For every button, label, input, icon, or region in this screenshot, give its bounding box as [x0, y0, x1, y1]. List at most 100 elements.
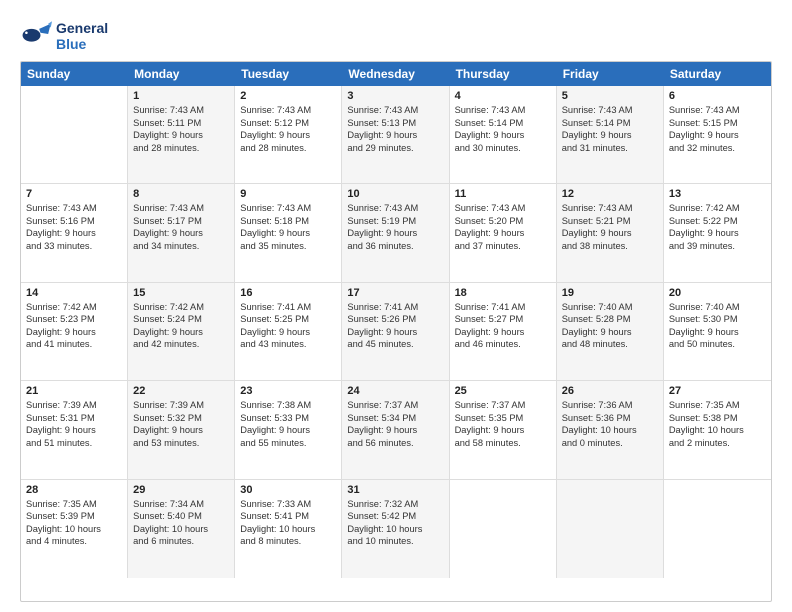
sunset-text: Sunset: 5:33 PM [240, 412, 336, 425]
daylight-text: Daylight: 9 hours [26, 424, 122, 437]
sunset-text: Sunset: 5:11 PM [133, 117, 229, 130]
calendar-cell: 18Sunrise: 7:41 AMSunset: 5:27 PMDayligh… [450, 283, 557, 380]
sunset-text: Sunset: 5:13 PM [347, 117, 443, 130]
daylight-text: Daylight: 9 hours [455, 129, 551, 142]
calendar-cell: 28Sunrise: 7:35 AMSunset: 5:39 PMDayligh… [21, 480, 128, 578]
daylight-text-cont: and 28 minutes. [240, 142, 336, 155]
calendar-cell [557, 480, 664, 578]
day-number: 24 [347, 385, 443, 397]
calendar-cell: 26Sunrise: 7:36 AMSunset: 5:36 PMDayligh… [557, 381, 664, 478]
day-number: 19 [562, 287, 658, 299]
daylight-text: Daylight: 9 hours [347, 424, 443, 437]
daylight-text-cont: and 58 minutes. [455, 437, 551, 450]
calendar-cell: 30Sunrise: 7:33 AMSunset: 5:41 PMDayligh… [235, 480, 342, 578]
calendar-cell: 25Sunrise: 7:37 AMSunset: 5:35 PMDayligh… [450, 381, 557, 478]
sunrise-text: Sunrise: 7:43 AM [347, 104, 443, 117]
page: General Blue SundayMondayTuesdayWednesda… [0, 0, 792, 612]
sunset-text: Sunset: 5:32 PM [133, 412, 229, 425]
day-number: 6 [669, 90, 766, 102]
sunset-text: Sunset: 5:31 PM [26, 412, 122, 425]
daylight-text: Daylight: 9 hours [347, 129, 443, 142]
daylight-text: Daylight: 10 hours [669, 424, 766, 437]
daylight-text-cont: and 37 minutes. [455, 240, 551, 253]
weekday-header-tuesday: Tuesday [235, 62, 342, 86]
calendar-cell: 17Sunrise: 7:41 AMSunset: 5:26 PMDayligh… [342, 283, 449, 380]
sunrise-text: Sunrise: 7:35 AM [26, 498, 122, 511]
day-number: 30 [240, 484, 336, 496]
logo: General Blue [20, 18, 108, 55]
day-number: 8 [133, 188, 229, 200]
daylight-text: Daylight: 9 hours [26, 326, 122, 339]
sunrise-text: Sunrise: 7:40 AM [669, 301, 766, 314]
sunrise-text: Sunrise: 7:43 AM [562, 202, 658, 215]
sunrise-text: Sunrise: 7:41 AM [455, 301, 551, 314]
weekday-header-saturday: Saturday [664, 62, 771, 86]
calendar: SundayMondayTuesdayWednesdayThursdayFrid… [20, 61, 772, 602]
calendar-cell: 14Sunrise: 7:42 AMSunset: 5:23 PMDayligh… [21, 283, 128, 380]
daylight-text-cont: and 46 minutes. [455, 338, 551, 351]
calendar-cell: 4Sunrise: 7:43 AMSunset: 5:14 PMDaylight… [450, 86, 557, 183]
daylight-text-cont: and 41 minutes. [26, 338, 122, 351]
daylight-text: Daylight: 9 hours [133, 227, 229, 240]
calendar-cell: 10Sunrise: 7:43 AMSunset: 5:19 PMDayligh… [342, 184, 449, 281]
daylight-text-cont: and 34 minutes. [133, 240, 229, 253]
sunrise-text: Sunrise: 7:40 AM [562, 301, 658, 314]
sunrise-text: Sunrise: 7:37 AM [347, 399, 443, 412]
day-number: 27 [669, 385, 766, 397]
day-number: 25 [455, 385, 551, 397]
day-number: 11 [455, 188, 551, 200]
daylight-text: Daylight: 10 hours [133, 523, 229, 536]
calendar-cell: 31Sunrise: 7:32 AMSunset: 5:42 PMDayligh… [342, 480, 449, 578]
daylight-text: Daylight: 9 hours [669, 129, 766, 142]
sunrise-text: Sunrise: 7:43 AM [562, 104, 658, 117]
calendar-week-4: 21Sunrise: 7:39 AMSunset: 5:31 PMDayligh… [21, 381, 771, 479]
day-number: 1 [133, 90, 229, 102]
daylight-text-cont: and 30 minutes. [455, 142, 551, 155]
day-number: 18 [455, 287, 551, 299]
daylight-text: Daylight: 9 hours [26, 227, 122, 240]
sunset-text: Sunset: 5:20 PM [455, 215, 551, 228]
day-number: 23 [240, 385, 336, 397]
calendar-cell: 20Sunrise: 7:40 AMSunset: 5:30 PMDayligh… [664, 283, 771, 380]
calendar-cell: 19Sunrise: 7:40 AMSunset: 5:28 PMDayligh… [557, 283, 664, 380]
daylight-text: Daylight: 9 hours [240, 326, 336, 339]
daylight-text: Daylight: 9 hours [455, 424, 551, 437]
sunset-text: Sunset: 5:27 PM [455, 313, 551, 326]
calendar-cell: 3Sunrise: 7:43 AMSunset: 5:13 PMDaylight… [342, 86, 449, 183]
calendar-cell: 27Sunrise: 7:35 AMSunset: 5:38 PMDayligh… [664, 381, 771, 478]
sunrise-text: Sunrise: 7:42 AM [669, 202, 766, 215]
day-number: 15 [133, 287, 229, 299]
day-number: 12 [562, 188, 658, 200]
calendar-week-5: 28Sunrise: 7:35 AMSunset: 5:39 PMDayligh… [21, 480, 771, 578]
calendar-cell: 12Sunrise: 7:43 AMSunset: 5:21 PMDayligh… [557, 184, 664, 281]
weekday-header-wednesday: Wednesday [342, 62, 449, 86]
logo-blue: Blue [56, 37, 108, 52]
sunrise-text: Sunrise: 7:34 AM [133, 498, 229, 511]
sunrise-text: Sunrise: 7:42 AM [26, 301, 122, 314]
daylight-text-cont: and 31 minutes. [562, 142, 658, 155]
calendar-cell: 16Sunrise: 7:41 AMSunset: 5:25 PMDayligh… [235, 283, 342, 380]
sunset-text: Sunset: 5:15 PM [669, 117, 766, 130]
daylight-text: Daylight: 10 hours [26, 523, 122, 536]
daylight-text-cont: and 4 minutes. [26, 535, 122, 548]
weekday-header-friday: Friday [557, 62, 664, 86]
weekday-header-thursday: Thursday [450, 62, 557, 86]
day-number: 5 [562, 90, 658, 102]
sunset-text: Sunset: 5:38 PM [669, 412, 766, 425]
daylight-text: Daylight: 10 hours [562, 424, 658, 437]
day-number: 13 [669, 188, 766, 200]
sunset-text: Sunset: 5:34 PM [347, 412, 443, 425]
calendar-cell: 21Sunrise: 7:39 AMSunset: 5:31 PMDayligh… [21, 381, 128, 478]
daylight-text-cont: and 55 minutes. [240, 437, 336, 450]
sunrise-text: Sunrise: 7:39 AM [133, 399, 229, 412]
sunset-text: Sunset: 5:25 PM [240, 313, 336, 326]
calendar-week-2: 7Sunrise: 7:43 AMSunset: 5:16 PMDaylight… [21, 184, 771, 282]
daylight-text: Daylight: 9 hours [133, 129, 229, 142]
calendar-header: SundayMondayTuesdayWednesdayThursdayFrid… [21, 62, 771, 86]
daylight-text-cont: and 2 minutes. [669, 437, 766, 450]
daylight-text-cont: and 28 minutes. [133, 142, 229, 155]
daylight-text: Daylight: 9 hours [669, 326, 766, 339]
bird-icon [20, 18, 52, 50]
sunset-text: Sunset: 5:40 PM [133, 510, 229, 523]
weekday-header-sunday: Sunday [21, 62, 128, 86]
